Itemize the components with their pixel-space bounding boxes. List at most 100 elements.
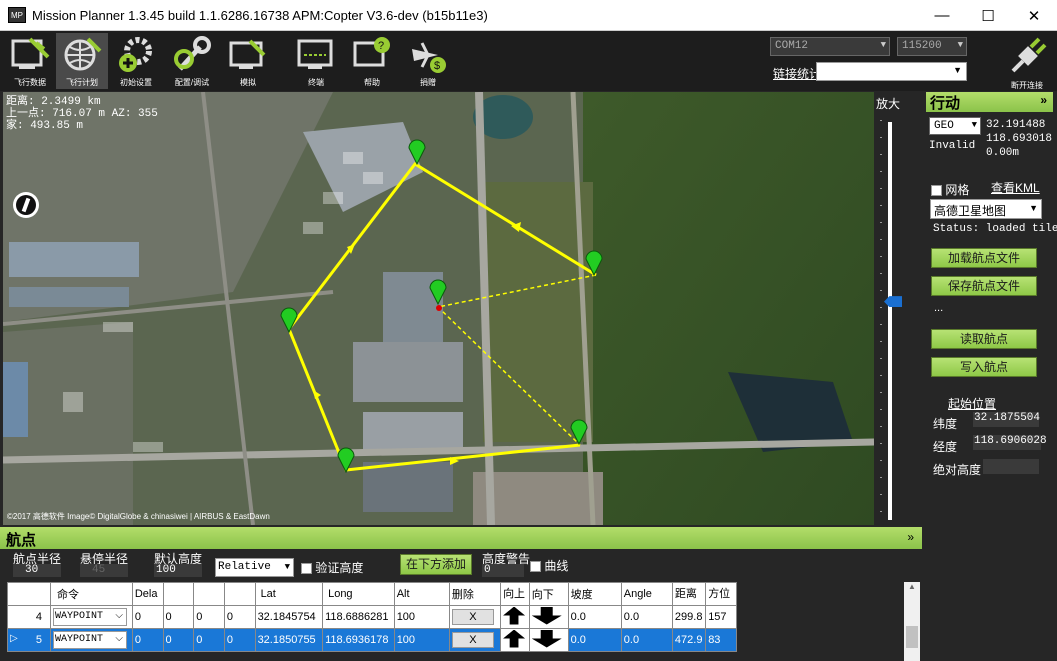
map-provider-select[interactable]: 高德卫星地图 ▼: [930, 199, 1042, 219]
lat-cell[interactable]: 32.1845754: [254, 605, 324, 629]
delete-button[interactable]: X: [451, 632, 494, 648]
command-select[interactable]: WAYPOINT ⌵: [52, 631, 127, 649]
save-wp-file-button[interactable]: 保存航点文件: [931, 276, 1037, 296]
collapse-icon[interactable]: »: [1040, 93, 1047, 107]
checkbox[interactable]: [931, 185, 942, 197]
stats-select[interactable]: ▼: [816, 62, 967, 81]
alt-cell[interactable]: 100: [393, 605, 450, 629]
write-wp-button[interactable]: 写入航点: [931, 357, 1037, 377]
table-scrollbar[interactable]: ▲: [904, 582, 920, 661]
param-cell[interactable]: 0: [193, 605, 225, 629]
minimize-button[interactable]: —: [919, 0, 965, 31]
param-cell[interactable]: 0: [162, 605, 195, 629]
col-header[interactable]: Long: [322, 582, 395, 606]
map-info-prev: 上一点: 716.07 m AZ: 355: [6, 108, 158, 120]
home-lat-field[interactable]: 32.1875504: [973, 412, 1040, 427]
col-header[interactable]: 删除: [448, 582, 502, 606]
command-cell[interactable]: WAYPOINT ⌵: [49, 628, 133, 652]
connect-button[interactable]: 断开连接: [1003, 37, 1051, 90]
delete-button[interactable]: X: [451, 609, 494, 625]
toolbar-terminal[interactable]: 终端: [290, 33, 342, 89]
scroll-up-icon[interactable]: ▲: [904, 582, 920, 591]
verify-height-checkbox[interactable]: 验证高度: [301, 559, 363, 576]
toolbar-initial-setup[interactable]: 初始设置: [110, 33, 162, 89]
lat-cell[interactable]: 32.1850755: [254, 628, 324, 652]
coord-mode-select[interactable]: GEO ▼: [929, 117, 981, 135]
lng-cell[interactable]: 118.6886281: [322, 605, 395, 629]
home-title[interactable]: 起始位置: [948, 395, 996, 412]
delete-cell[interactable]: X: [448, 605, 502, 629]
param-cell[interactable]: 0: [223, 605, 256, 629]
maximize-button[interactable]: ☐: [965, 0, 1011, 31]
compass-icon[interactable]: [13, 192, 39, 218]
arrow-down-icon[interactable]: [531, 629, 562, 648]
col-header[interactable]: [193, 582, 225, 606]
col-header[interactable]: 向上: [500, 582, 530, 606]
move-up-cell[interactable]: [500, 628, 530, 652]
col-header[interactable]: Angle: [620, 582, 673, 606]
move-down-cell[interactable]: [528, 628, 569, 652]
table-row-selected[interactable]: ▷ 5 WAYPOINT ⌵ 0 0 0 0 32.1850755 118.6936…: [7, 628, 737, 652]
toolbar-donate[interactable]: $ 捐赠: [402, 33, 454, 89]
col-header[interactable]: Dela: [131, 582, 164, 606]
loiter-radius-field[interactable]: 45: [80, 564, 128, 577]
toolbar-config-tuning[interactable]: 配置/调试: [166, 33, 218, 89]
toolbar-flight-plan[interactable]: 飞行计划: [56, 33, 108, 89]
move-down-cell[interactable]: [528, 605, 569, 629]
col-header[interactable]: 向下: [528, 582, 569, 606]
arrow-down-icon[interactable]: [531, 606, 562, 625]
col-header[interactable]: 方位: [705, 582, 737, 606]
col-header[interactable]: [223, 582, 256, 606]
default-alt-field[interactable]: 100: [154, 564, 202, 577]
map-info-distance: 距离: 2.3499 km: [6, 96, 101, 108]
connect-stats-link[interactable]: 链接统计: [773, 65, 821, 82]
grad-cell: 0.0: [567, 605, 622, 629]
zoom-track[interactable]: [888, 122, 892, 520]
command-select[interactable]: WAYPOINT ⌵: [52, 608, 127, 626]
wp-radius-field[interactable]: 30: [13, 564, 61, 577]
checkbox[interactable]: [301, 563, 312, 575]
param-cell[interactable]: 0: [223, 628, 256, 652]
lng-cell[interactable]: 118.6936178: [322, 628, 395, 652]
home-lng-field[interactable]: 118.6906028: [973, 435, 1047, 450]
param-cell[interactable]: 0: [131, 628, 164, 652]
toolbar-simulation[interactable]: 模拟: [222, 33, 274, 89]
col-header[interactable]: 坡度: [567, 582, 622, 606]
scroll-thumb[interactable]: [906, 626, 918, 648]
close-button[interactable]: ✕: [1011, 0, 1057, 31]
col-header[interactable]: 命令: [49, 582, 133, 606]
curve-checkbox[interactable]: 曲线: [530, 557, 568, 574]
col-header[interactable]: Alt: [393, 582, 450, 606]
collapse-icon[interactable]: »: [907, 530, 914, 544]
checkbox[interactable]: [530, 561, 541, 573]
col-header[interactable]: Lat: [254, 582, 324, 606]
cursor-lat: 32.191488: [986, 119, 1046, 131]
toolbar-flight-data[interactable]: 飞行数据: [4, 33, 56, 89]
toolbar-help[interactable]: ? 帮助: [346, 33, 398, 89]
param-cell[interactable]: 0: [131, 605, 164, 629]
alt-warn-field[interactable]: 0: [482, 564, 524, 577]
delete-cell[interactable]: X: [448, 628, 502, 652]
arrow-up-icon[interactable]: [503, 606, 526, 625]
baud-select[interactable]: 115200 ▼: [897, 37, 967, 56]
col-header[interactable]: 距离: [671, 582, 707, 606]
more-options[interactable]: ...: [934, 302, 943, 314]
param-cell[interactable]: 0: [162, 628, 195, 652]
grid-checkbox[interactable]: 网格: [931, 181, 969, 198]
add-below-button[interactable]: 在下方添加: [400, 554, 472, 575]
command-cell[interactable]: WAYPOINT ⌵: [49, 605, 133, 629]
col-header[interactable]: [162, 582, 195, 606]
param-cell[interactable]: 0: [193, 628, 225, 652]
port-select[interactable]: COM12 ▼: [770, 37, 890, 56]
table-row[interactable]: 4 WAYPOINT ⌵ 0 0 0 0 32.1845754 118.68862…: [7, 605, 737, 629]
map-view[interactable]: 距离: 2.3499 km 上一点: 716.07 m AZ: 355 家: 4…: [3, 92, 874, 525]
zoom-slider-thumb[interactable]: [884, 296, 902, 308]
read-wp-button[interactable]: 读取航点: [931, 329, 1037, 349]
move-up-cell[interactable]: [500, 605, 530, 629]
view-kml-link[interactable]: 查看KML: [991, 179, 1040, 196]
alt-mode-select[interactable]: Relative ▼: [215, 558, 294, 577]
home-alt-field[interactable]: [983, 459, 1039, 474]
alt-cell[interactable]: 100: [393, 628, 450, 652]
load-wp-file-button[interactable]: 加载航点文件: [931, 248, 1037, 268]
arrow-up-icon[interactable]: [503, 629, 526, 648]
